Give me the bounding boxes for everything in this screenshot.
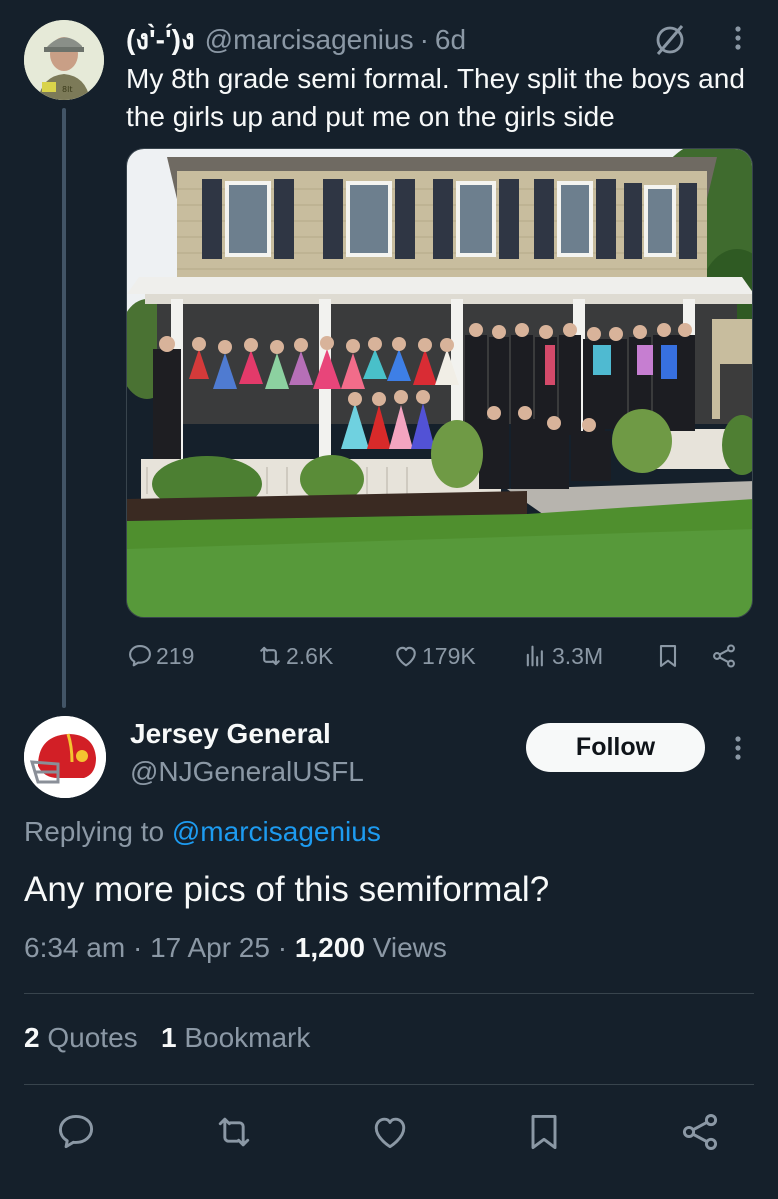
bookmark-action[interactable] [654,636,684,676]
bookmark-action[interactable] [522,1110,566,1154]
reply-action[interactable] [54,1110,98,1154]
repost-action[interactable]: 2.6K [256,636,333,676]
thread-connector-line [62,108,66,708]
reply-display-name[interactable]: Jersey General [130,718,331,750]
reply-icon [58,1114,94,1149]
meta-separator: · [277,932,288,963]
heart-icon [374,1117,406,1149]
repost-count: 2.6K [286,642,334,669]
repost-action[interactable] [212,1110,256,1154]
views-count: 3.3M [552,642,604,669]
bookmarks-count: 1 [160,1022,177,1053]
replying-mention-link[interactable]: @marcisagenius [172,816,381,847]
repost-icon [218,1117,250,1147]
reply-action[interactable]: 219 [126,636,194,676]
tweet-detail-page: 8lt (ง'̀-'́)ง @marcisagenius · 6d My 8th… [0,0,778,1199]
parent-timestamp[interactable]: 6d [435,24,466,56]
reply-date[interactable]: 17 Apr 25 [150,932,270,963]
share-action[interactable] [710,636,740,676]
parent-display-name[interactable]: (ง'̀-'́)ง [126,18,195,62]
reply-tweet-meta: 6:34 am · 17 Apr 25 · 1,200 Views [24,932,447,964]
more-vertical-icon[interactable] [724,20,752,56]
avatar-njgeneralusfl[interactable] [24,716,106,798]
quotes-count: 2 [24,1022,40,1053]
reply-tweet-text: Any more pics of this semiformal? [24,870,550,909]
quotes-label: Quotes [47,1022,138,1053]
quotes-stat[interactable]: 2 Quotes [24,1022,138,1053]
bookmark-icon [659,645,677,667]
reply-handle[interactable]: @NJGeneralUSFL [130,756,364,788]
reply-views-label: Views [372,932,447,963]
reply-count: 219 [156,642,195,669]
parent-handle[interactable]: @marcisagenius [205,24,414,56]
views-action[interactable]: 3.3M [522,636,603,676]
reply-icon [129,645,151,667]
bookmarks-stat[interactable]: 1 Bookmark [161,1022,310,1053]
divider [24,993,754,994]
bookmark-icon [531,1114,557,1150]
reply-time[interactable]: 6:34 am [24,932,125,963]
heart-icon [396,646,416,667]
replying-to-line: Replying to @marcisagenius [24,816,381,848]
follow-button[interactable]: Follow [526,723,705,772]
like-action[interactable]: 179K [392,636,476,676]
views-chart-icon [526,645,543,667]
meta-separator: · [132,932,143,963]
share-action[interactable] [678,1110,722,1154]
parent-tweet-text: My 8th grade semi formal. They split the… [126,63,745,132]
bookmarks-label: Bookmark [184,1022,311,1053]
reply-tweet-actions [0,1110,778,1160]
grok-icon[interactable] [652,22,688,58]
reply-engagement-stats: 2 Quotes 1 Bookmark [24,1022,310,1054]
repost-icon [260,646,280,666]
svg-text:8lt: 8lt [62,85,72,94]
tweet-photo[interactable] [126,148,753,618]
like-count: 179K [422,642,476,669]
like-action[interactable] [368,1110,412,1154]
divider [24,1084,754,1085]
parent-tweet-actions: 219 2.6K 179K 3.3M [126,636,756,676]
avatar-marcisagenius[interactable]: 8lt [24,20,104,100]
parent-tweet-header: (ง'̀-'́)ง @marcisagenius · 6d [126,18,466,62]
header-separator: · [419,24,429,55]
share-icon [682,1114,718,1150]
more-vertical-icon[interactable] [724,730,752,766]
replying-prefix: Replying to [24,816,165,847]
reply-views-count[interactable]: 1,200 [295,932,365,963]
share-icon [713,644,735,668]
